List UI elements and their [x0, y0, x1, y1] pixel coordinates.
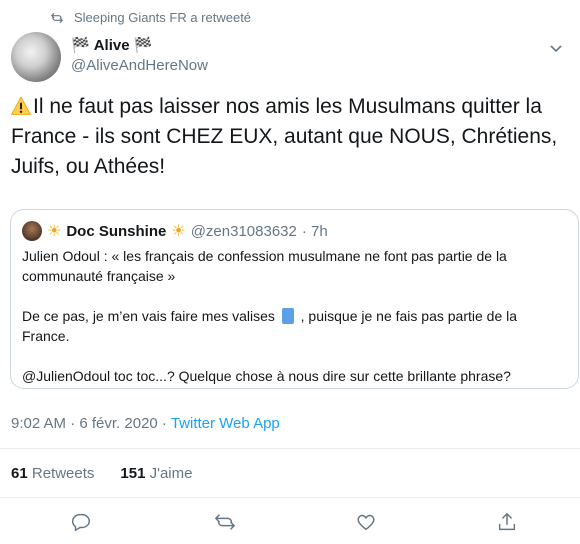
checkered-flag-icon: 🏁 — [71, 37, 90, 54]
retweet-icon — [50, 12, 64, 23]
quoted-author-handle: @zen31083632 — [190, 222, 297, 240]
retweet-icon[interactable] — [214, 511, 236, 533]
quoted-paragraph: Julien Odoul : « les français de confess… — [22, 248, 507, 284]
likes-count: 151 — [120, 465, 146, 482]
quoted-tweet-header: ☀ Doc Sunshine ☀ @zen31083632 · 7h — [22, 221, 328, 241]
divider — [0, 497, 580, 498]
quoted-paragraph: De ce pas, je m’en vais faire mes valise… — [22, 306, 562, 346]
retweets-count: 61 — [11, 465, 28, 482]
quoted-paragraph: @JulienOdoul toc toc...? Quelque chose à… — [22, 368, 511, 384]
reply-icon[interactable] — [70, 511, 92, 533]
tweet-meta: 9:02 AM · 6 févr. 2020 · Twitter Web App — [11, 415, 280, 432]
tweet-timestamp[interactable]: 9:02 AM · 6 févr. 2020 · — [11, 415, 167, 432]
luggage-icon — [281, 308, 294, 324]
tweet-stats: 61 Retweets 151 J'aime — [11, 465, 192, 482]
author-avatar[interactable] — [11, 32, 61, 82]
tweet-body: Il ne faut pas laisser nos amis les Musu… — [11, 95, 558, 178]
retweet-context-text: Sleeping Giants FR a retweeté — [74, 10, 252, 25]
sun-icon: ☀ — [47, 223, 62, 240]
retweets-label: Retweets — [31, 465, 95, 482]
tweet-text: Il ne faut pas laisser nos amis les Musu… — [11, 92, 571, 182]
likes-label: J'aime — [149, 465, 193, 482]
checkered-flag-icon: 🏁 — [133, 37, 153, 54]
tweet-source-link[interactable]: Twitter Web App — [171, 415, 280, 432]
quoted-text-span: De ce pas, je m’en vais faire mes valise… — [22, 308, 275, 324]
quoted-tweet-text: Julien Odoul : « les français de confess… — [22, 246, 562, 406]
author-name: Alive — [93, 36, 130, 54]
share-icon[interactable] — [496, 511, 518, 533]
sun-icon: ☀ — [171, 223, 186, 240]
tweet-actions — [0, 511, 580, 535]
retweets-stat[interactable]: 61 Retweets — [11, 465, 94, 482]
like-icon[interactable] — [355, 511, 377, 533]
author-name-row[interactable]: 🏁 Alive 🏁 — [71, 36, 153, 55]
author-handle[interactable]: @AliveAndHereNow — [71, 57, 208, 74]
quoted-author-name[interactable]: Doc Sunshine — [66, 223, 166, 240]
quoted-avatar[interactable] — [22, 221, 42, 241]
divider — [0, 448, 580, 449]
quoted-timestamp: · 7h — [301, 222, 328, 240]
warning-icon — [11, 96, 31, 115]
chevron-down-icon[interactable] — [548, 40, 564, 56]
likes-stat[interactable]: 151 J'aime — [120, 465, 192, 482]
retweet-context[interactable]: Sleeping Giants FR a retweeté — [50, 10, 251, 25]
